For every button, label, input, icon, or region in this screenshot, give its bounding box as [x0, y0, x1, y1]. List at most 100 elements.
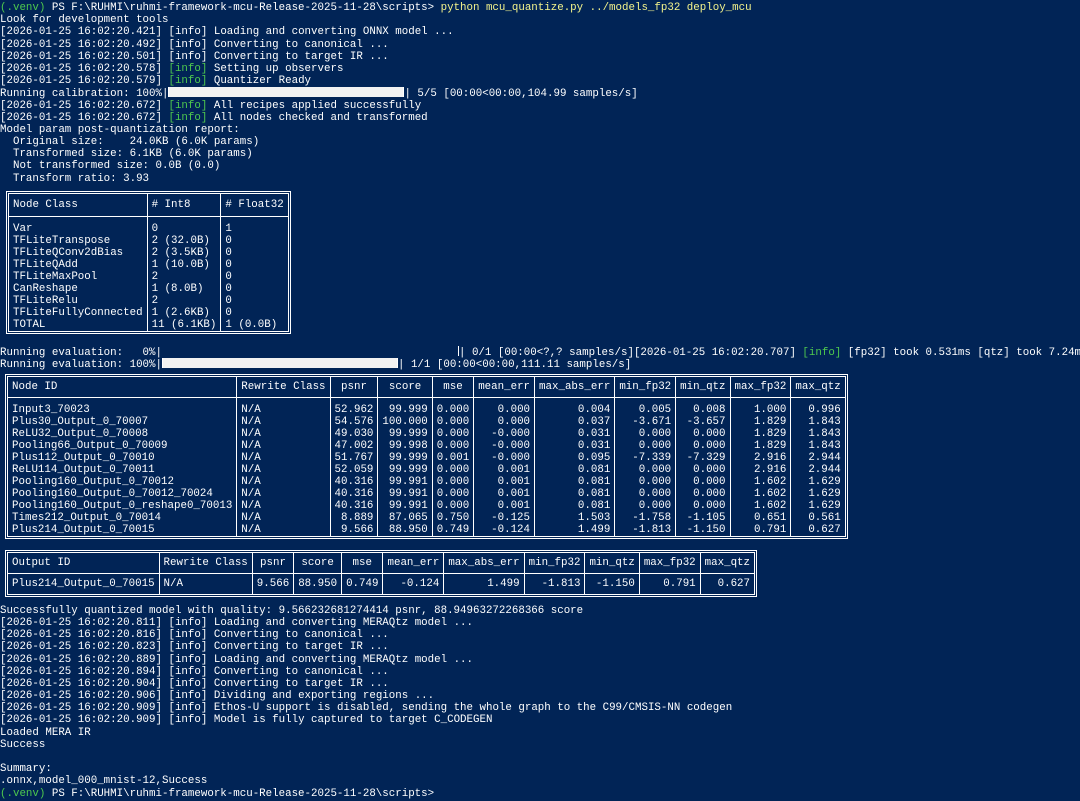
table-cell: 0.008 [675, 404, 731, 417]
eval0-message: [fp32] took 0.531ms [qtz] took 7.24ms [841, 347, 1080, 360]
table-cell: 1.629 [808, 500, 841, 513]
table-cell: 0.750 [432, 512, 475, 525]
eval100-progress-bar [161, 358, 398, 369]
table-cell: 8.889 [330, 512, 379, 525]
table-cell: N/A [236, 464, 331, 477]
table-cell: 0.000 [614, 488, 677, 501]
log-message: Ethos-U support is disabled, sending the… [207, 702, 733, 715]
table-cell: -0.000 [473, 428, 536, 441]
eval0-timestamp: [2026-01-25 16:02:20.707] [633, 347, 803, 360]
table-cell: TFLiteFullyConnected [8, 306, 148, 319]
calibration-label: Running calibration: 100%| [0, 88, 169, 101]
table-header-cell: psnr [252, 552, 295, 574]
table-cell: 0.001 [473, 464, 536, 477]
log-timestamp: [2026-01-25 16:02:20.579] [0, 75, 169, 88]
table-cell: Pooling66_Output_0_70009 [7, 440, 238, 453]
log-timestamp: [2026-01-25 16:02:20.906] [0, 690, 169, 703]
table-cell: 99.991 [377, 476, 433, 489]
log-line: [2026-01-25 16:02:20.672] [info] All rec… [0, 100, 1080, 112]
table-cell: 2.916 [730, 464, 792, 477]
table-row: Pooling66_Output_0_70009 N/A 47.002 99.998 0… [7, 440, 846, 453]
table-cell: 99.999 [377, 404, 433, 417]
table-cell: 1.843 [808, 440, 841, 453]
table-row: Pooling160_Output_0_70012 N/A 40.316 99.991… [7, 476, 846, 489]
table-header-cell: # Int8 [147, 193, 222, 217]
table-header-cell: score [377, 376, 433, 399]
table-header-cell: Rewrite Class [236, 376, 331, 399]
log-message: Model is fully captured to target C_CODE… [207, 714, 493, 727]
log-text: Success [0, 738, 46, 751]
table-cell: 9.566 [330, 524, 379, 537]
log-line: [2026-01-25 16:02:20.578] [info] Setting… [0, 63, 1080, 75]
table-cell: 9.566 [252, 573, 295, 595]
log-level: [info] [168, 38, 208, 51]
log-line: [2026-01-25 16:02:20.501] [info] Convert… [0, 51, 1080, 63]
table-cell: 0.037 [534, 416, 616, 429]
log-line: [2026-01-25 16:02:20.672] [info] All nod… [0, 112, 1080, 124]
table-cell: 47.002 [330, 440, 379, 453]
log-message: Setting up observers [207, 62, 344, 75]
table-cell: N/A [159, 573, 253, 595]
table-row: TFLiteFullyConnected 1 (2.6KB) 0 [8, 306, 289, 319]
table-cell: 1 [225, 222, 232, 235]
table-cell: TFLiteTranspose [8, 234, 148, 247]
table-cell: 1.829 [730, 428, 792, 441]
table-cell: 1 (0.0B) [225, 318, 278, 331]
table-cell: 1.843 [808, 416, 841, 429]
log-line: Summary: [0, 763, 1080, 775]
log-message: All nodes checked and transformed [207, 111, 428, 124]
table-cell: 0 [225, 246, 232, 259]
table-cell: 2 (32.0B) [147, 234, 222, 247]
table-cell: 0 [147, 222, 222, 235]
table-cell: ReLU32_Output_0_70008 [7, 428, 238, 441]
log-message: All recipes applied successfully [207, 99, 422, 112]
venv-indicator: (.venv) [0, 2, 46, 14]
table-cell: 1 (10.0B) [147, 258, 222, 271]
log-timestamp: [2026-01-25 16:02:20.501] [0, 50, 169, 63]
table-cell: -7.339 [614, 452, 677, 465]
table-cell: 1.499 [534, 524, 616, 537]
log-level: [info] [168, 616, 208, 629]
table-cell: -1.150 [584, 573, 640, 595]
table-cell: N/A [236, 452, 331, 465]
table-cell: 1.000 [730, 404, 792, 417]
table-cell: 0.000 [614, 500, 677, 513]
log-timestamp: [2026-01-25 16:02:20.894] [0, 665, 169, 678]
table-cell: 0.081 [534, 500, 616, 513]
table-header-cell: max_qtz [700, 552, 755, 574]
final-prompt-line[interactable]: (.venv) PS F:\RUHMI\ruhmi-framework-mcu-… [0, 788, 1080, 800]
node-class-table-frame: Node Class # Int8 # Float32 Var 0 1 TFLiteTran… [6, 190, 291, 334]
table-cell: 99.991 [377, 488, 433, 501]
table-cell: -3.657 [675, 416, 731, 429]
final-prompt-path: PS F:\RUHMI\ruhmi-framework-mcu-Release-… [45, 787, 435, 800]
log-level: [info] [168, 26, 208, 39]
log-timestamp: [2026-01-25 16:02:20.811] [0, 616, 169, 629]
table-cell: 0.000 [675, 440, 731, 453]
table-cell: N/A [236, 416, 331, 429]
log-line: [2026-01-25 16:02:20.909] [info] Ethos-U… [0, 702, 1080, 714]
log-message: Converting to canonical ... [207, 665, 389, 678]
log-line: [2026-01-25 16:02:20.906] [info] Dividin… [0, 690, 1080, 702]
calibration-progress-bar [168, 87, 405, 98]
table-row: ReLU114_Output_0_70011 N/A 52.059 99.999 0.0… [7, 464, 846, 477]
table-cell: 87.065 [377, 512, 433, 525]
log-text: Original size: 24.0KB (6.0K params) [0, 136, 260, 149]
log-lines-report: [2026-01-25 16:02:20.672] [info] All rec… [0, 100, 1080, 185]
table-cell: 0.000 [614, 428, 677, 441]
table-cell: 0 [225, 258, 232, 271]
eval0-stats: | 0/1 [00:00<?,? samples/s] [458, 347, 634, 360]
terminal-window[interactable]: (.venv) PS F:\RUHMI\ruhmi-framework-mcu-… [0, 2, 1080, 800]
log-line: Model param post-quantization report: [0, 124, 1080, 136]
log-message: Loading and converting ONNX model ... [207, 26, 454, 39]
table-row: TFLiteQAdd 1 (10.0B) 0 [8, 258, 289, 271]
log-timestamp: [2026-01-25 16:02:20.823] [0, 641, 169, 654]
table-cell: 1.503 [534, 512, 616, 525]
table-row: Plus112_Output_0_70010 N/A 51.767 99.999 0.0… [7, 452, 846, 465]
log-timestamp: [2026-01-25 16:02:20.889] [0, 653, 169, 666]
table-cell: 0.001 [432, 452, 475, 465]
table-cell: 0.000 [675, 464, 731, 477]
log-text: Model param post-quantization report: [0, 123, 240, 136]
table-row: TFLiteRelu 2 0 [8, 294, 289, 307]
table-header-cell: max_fp32 [639, 552, 701, 574]
node-metrics-table-frame: Node ID Rewrite Class psnr score mse mean_err… [5, 374, 848, 540]
